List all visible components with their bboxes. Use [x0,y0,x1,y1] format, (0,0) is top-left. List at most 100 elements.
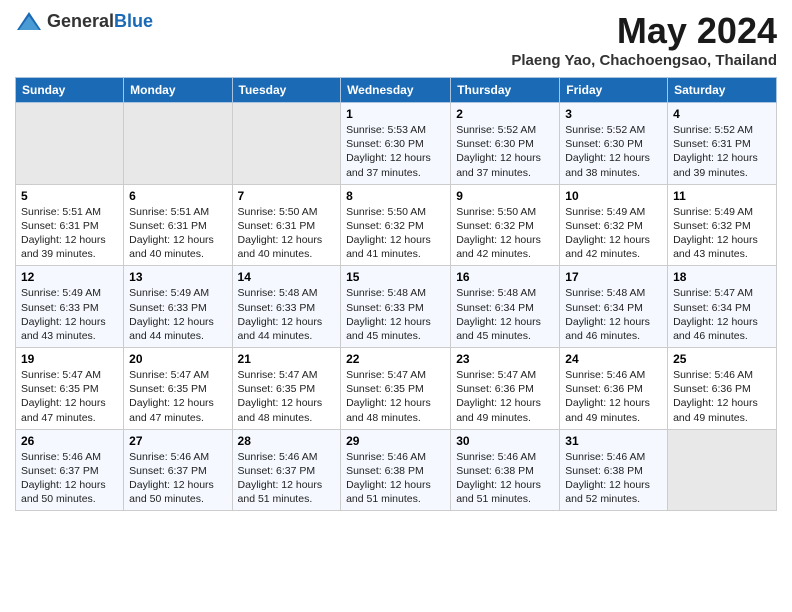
cell-content: Sunrise: 5:51 AMSunset: 6:31 PMDaylight:… [21,205,118,262]
calendar-cell: 26 Sunrise: 5:46 AMSunset: 6:37 PMDayligh… [16,429,124,511]
calendar-cell: 29 Sunrise: 5:46 AMSunset: 6:38 PMDayligh… [341,429,451,511]
cell-content: Sunrise: 5:49 AMSunset: 6:32 PMDaylight:… [565,205,662,262]
weekday-header-monday: Monday [124,78,232,103]
calendar-table: SundayMondayTuesdayWednesdayThursdayFrid… [15,77,777,511]
day-number: 8 [346,189,445,203]
weekday-header-saturday: Saturday [668,78,777,103]
cell-content: Sunrise: 5:53 AMSunset: 6:30 PMDaylight:… [346,123,445,180]
day-number: 2 [456,107,554,121]
day-number: 17 [565,270,662,284]
cell-content: Sunrise: 5:51 AMSunset: 6:31 PMDaylight:… [129,205,226,262]
title-area: May 2024 Plaeng Yao, Chachoengsao, Thail… [511,10,777,69]
day-number: 11 [673,189,771,203]
day-number: 26 [21,434,118,448]
cell-content: Sunrise: 5:47 AMSunset: 6:35 PMDaylight:… [238,368,336,425]
day-number: 1 [346,107,445,121]
day-number: 25 [673,352,771,366]
cell-content: Sunrise: 5:50 AMSunset: 6:32 PMDaylight:… [346,205,445,262]
cell-content: Sunrise: 5:46 AMSunset: 6:38 PMDaylight:… [456,450,554,507]
calendar-cell: 30 Sunrise: 5:46 AMSunset: 6:38 PMDayligh… [451,429,560,511]
cell-content: Sunrise: 5:52 AMSunset: 6:31 PMDaylight:… [673,123,771,180]
calendar-cell: 1 Sunrise: 5:53 AMSunset: 6:30 PMDaylight… [341,103,451,185]
calendar-cell: 7Sunrise: 5:50 AMSunset: 6:31 PMDaylight… [232,184,341,266]
day-number: 24 [565,352,662,366]
cell-content: Sunrise: 5:46 AMSunset: 6:36 PMDaylight:… [673,368,771,425]
cell-content: Sunrise: 5:49 AMSunset: 6:32 PMDaylight:… [673,205,771,262]
cell-content: Sunrise: 5:50 AMSunset: 6:32 PMDaylight:… [456,205,554,262]
cell-content: Sunrise: 5:47 AMSunset: 6:35 PMDaylight:… [346,368,445,425]
calendar-cell: 6 Sunrise: 5:51 AMSunset: 6:31 PMDaylight… [124,184,232,266]
calendar-cell: 18 Sunrise: 5:47 AMSunset: 6:34 PMDayligh… [668,266,777,348]
day-number: 14 [238,270,336,284]
day-number: 21 [238,352,336,366]
day-number: 6 [129,189,226,203]
day-number: 10 [565,189,662,203]
calendar-cell: 4Sunrise: 5:52 AMSunset: 6:31 PMDaylight… [668,103,777,185]
calendar-cell: 5 Sunrise: 5:51 AMSunset: 6:31 PMDaylight… [16,184,124,266]
cell-content: Sunrise: 5:47 AMSunset: 6:34 PMDaylight:… [673,286,771,343]
cell-content: Sunrise: 5:46 AMSunset: 6:37 PMDaylight:… [129,450,226,507]
cell-content: Sunrise: 5:48 AMSunset: 6:34 PMDaylight:… [565,286,662,343]
calendar-cell: 20Sunrise: 5:47 AMSunset: 6:35 PMDayligh… [124,348,232,430]
logo-text-general: General [47,11,114,31]
main-title: May 2024 [511,10,777,52]
day-number: 5 [21,189,118,203]
cell-content: Sunrise: 5:46 AMSunset: 6:38 PMDaylight:… [565,450,662,507]
day-number: 13 [129,270,226,284]
day-number: 7 [238,189,336,203]
cell-content: Sunrise: 5:48 AMSunset: 6:33 PMDaylight:… [346,286,445,343]
cell-content: Sunrise: 5:46 AMSunset: 6:37 PMDaylight:… [238,450,336,507]
day-number: 23 [456,352,554,366]
cell-content: Sunrise: 5:46 AMSunset: 6:36 PMDaylight:… [565,368,662,425]
day-number: 18 [673,270,771,284]
calendar-week-row: 26 Sunrise: 5:46 AMSunset: 6:37 PMDayligh… [16,429,777,511]
cell-content: Sunrise: 5:46 AMSunset: 6:38 PMDaylight:… [346,450,445,507]
calendar-cell: 8 Sunrise: 5:50 AMSunset: 6:32 PMDaylight… [341,184,451,266]
calendar-week-row: 1 Sunrise: 5:53 AMSunset: 6:30 PMDaylight… [16,103,777,185]
page-header: GeneralBlue May 2024 Plaeng Yao, Chachoe… [15,10,777,69]
cell-content: Sunrise: 5:52 AMSunset: 6:30 PMDaylight:… [456,123,554,180]
day-number: 9 [456,189,554,203]
calendar-cell: 21 Sunrise: 5:47 AMSunset: 6:35 PMDayligh… [232,348,341,430]
day-number: 29 [346,434,445,448]
day-number: 19 [21,352,118,366]
calendar-cell: 19 Sunrise: 5:47 AMSunset: 6:35 PMDayligh… [16,348,124,430]
day-number: 27 [129,434,226,448]
calendar-cell: 14 Sunrise: 5:48 AMSunset: 6:33 PMDayligh… [232,266,341,348]
subtitle: Plaeng Yao, Chachoengsao, Thailand [511,52,777,69]
calendar-cell: 2 Sunrise: 5:52 AMSunset: 6:30 PMDaylight… [451,103,560,185]
cell-content: Sunrise: 5:48 AMSunset: 6:34 PMDaylight:… [456,286,554,343]
day-number: 3 [565,107,662,121]
weekday-header-row: SundayMondayTuesdayWednesdayThursdayFrid… [16,78,777,103]
day-number: 28 [238,434,336,448]
cell-content: Sunrise: 5:49 AMSunset: 6:33 PMDaylight:… [21,286,118,343]
calendar-cell [124,103,232,185]
day-number: 30 [456,434,554,448]
calendar-cell: 16Sunrise: 5:48 AMSunset: 6:34 PMDayligh… [451,266,560,348]
cell-content: Sunrise: 5:46 AMSunset: 6:37 PMDaylight:… [21,450,118,507]
calendar-cell: 12Sunrise: 5:49 AMSunset: 6:33 PMDayligh… [16,266,124,348]
cell-content: Sunrise: 5:47 AMSunset: 6:35 PMDaylight:… [129,368,226,425]
calendar-cell: 9 Sunrise: 5:50 AMSunset: 6:32 PMDaylight… [451,184,560,266]
logo-icon [15,10,43,32]
calendar-cell: 17 Sunrise: 5:48 AMSunset: 6:34 PMDayligh… [560,266,668,348]
day-number: 15 [346,270,445,284]
calendar-week-row: 19 Sunrise: 5:47 AMSunset: 6:35 PMDayligh… [16,348,777,430]
weekday-header-sunday: Sunday [16,78,124,103]
calendar-cell: 23Sunrise: 5:47 AMSunset: 6:36 PMDayligh… [451,348,560,430]
cell-content: Sunrise: 5:48 AMSunset: 6:33 PMDaylight:… [238,286,336,343]
calendar-cell [16,103,124,185]
logo: GeneralBlue [15,10,153,32]
calendar-cell: 10 Sunrise: 5:49 AMSunset: 6:32 PMDayligh… [560,184,668,266]
calendar-cell: 11 Sunrise: 5:49 AMSunset: 6:32 PMDayligh… [668,184,777,266]
weekday-header-tuesday: Tuesday [232,78,341,103]
logo-text-blue: Blue [114,11,153,31]
calendar-cell: 3 Sunrise: 5:52 AMSunset: 6:30 PMDaylight… [560,103,668,185]
cell-content: Sunrise: 5:52 AMSunset: 6:30 PMDaylight:… [565,123,662,180]
calendar-week-row: 12Sunrise: 5:49 AMSunset: 6:33 PMDayligh… [16,266,777,348]
calendar-cell: 13Sunrise: 5:49 AMSunset: 6:33 PMDayligh… [124,266,232,348]
calendar-cell: 24 Sunrise: 5:46 AMSunset: 6:36 PMDayligh… [560,348,668,430]
calendar-cell: 15 Sunrise: 5:48 AMSunset: 6:33 PMDayligh… [341,266,451,348]
cell-content: Sunrise: 5:47 AMSunset: 6:35 PMDaylight:… [21,368,118,425]
calendar-cell [232,103,341,185]
